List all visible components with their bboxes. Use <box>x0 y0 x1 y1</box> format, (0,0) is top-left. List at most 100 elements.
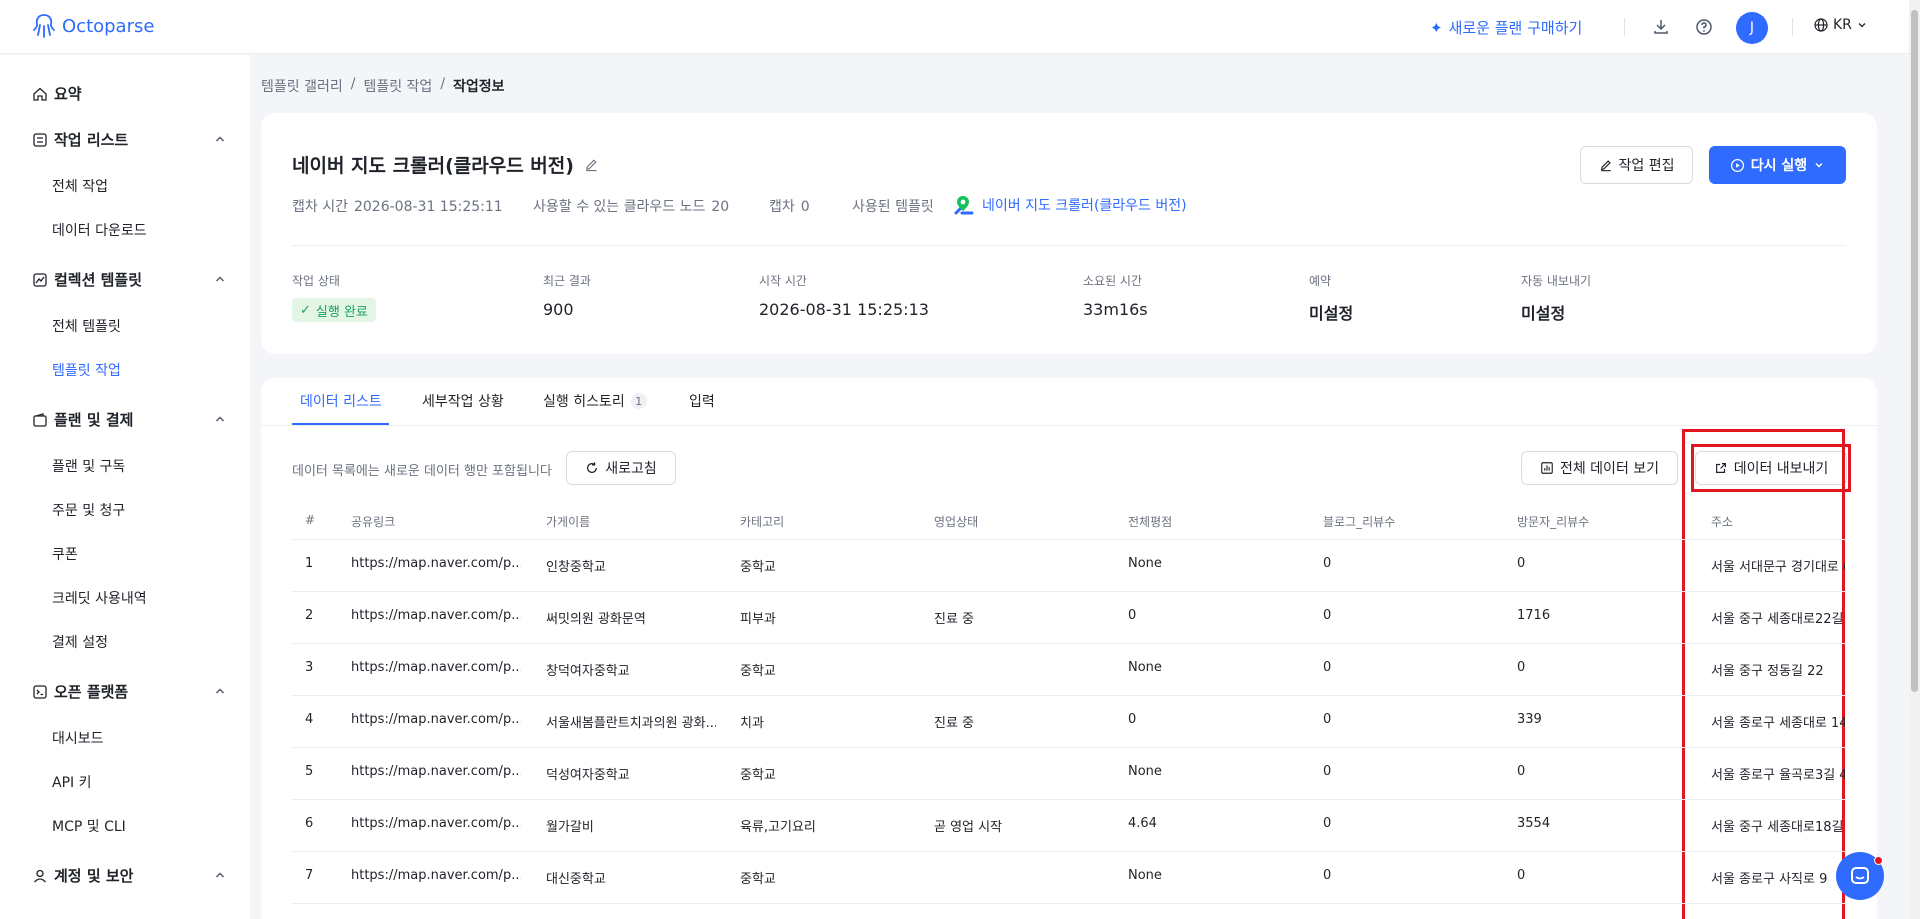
table-cell-category: 피부과 <box>740 612 776 627</box>
status-text: 실행 완료 <box>315 304 368 320</box>
octoparse-logo[interactable]: Octoparse <box>32 13 154 39</box>
breadcrumb-current: 작업정보 <box>453 79 505 95</box>
sidebar-item-all-templates[interactable]: 전체 템플릿 <box>52 316 121 336</box>
buy-plan-link[interactable]: ✦ 새로운 플랜 구매하기 <box>1430 17 1582 38</box>
divider <box>1792 18 1793 36</box>
table-cell-address: 서울 서대문구 경기대로 6 <box>1711 560 1845 575</box>
column-header-index: # <box>305 513 316 527</box>
notification-dot <box>1874 856 1883 865</box>
refresh-label: 새로고침 <box>605 461 657 477</box>
table-cell-address: 서울 중구 정동길 22 <box>1711 664 1824 679</box>
tab-input[interactable]: 입력 <box>689 391 715 411</box>
status-label: 작업 상태 <box>292 274 340 288</box>
naver-map-icon <box>954 196 974 215</box>
scrollbar-thumb[interactable] <box>1911 10 1918 692</box>
table-cell-index: 1 <box>305 556 314 571</box>
data-card: 데이터 리스트 세부작업 상황 실행 히스토리 1 입력 데이터 목록에는 새로… <box>261 378 1877 919</box>
row-divider <box>292 591 1847 592</box>
breadcrumb-template-tasks[interactable]: 템플릿 작업 <box>363 76 432 96</box>
edit-task-button[interactable]: 작업 편집 <box>1580 146 1693 184</box>
sidebar-item-dashboard[interactable]: 대시보드 <box>52 728 104 748</box>
row-divider <box>292 851 1847 852</box>
chevron-up-icon[interactable] <box>213 684 227 698</box>
table-cell-share-link[interactable]: https://map.naver.com/p... <box>351 556 521 571</box>
sidebar-item-orders[interactable]: 주문 및 청구 <box>52 500 125 520</box>
help-icon[interactable] <box>1694 17 1714 37</box>
sidebar-group-templates[interactable]: 컬렉션 템플릿 <box>32 269 142 290</box>
rerun-button[interactable]: 다시 실행 <box>1709 146 1846 184</box>
table-cell-share-link[interactable]: https://map.naver.com/p... <box>351 868 521 883</box>
sidebar-item-coupon[interactable]: 쿠폰 <box>52 544 78 564</box>
meta-value: 0 <box>800 199 810 215</box>
table-cell-share-link[interactable]: https://map.naver.com/p... <box>351 764 521 779</box>
breadcrumb-template-gallery[interactable]: 템플릿 갤러리 <box>261 76 343 96</box>
tab-subtasks[interactable]: 세부작업 상황 <box>422 391 504 411</box>
language-selector[interactable]: KR <box>1813 17 1868 33</box>
chevron-up-icon[interactable] <box>213 412 227 426</box>
row-divider <box>292 747 1847 748</box>
table-cell-share-link[interactable]: https://map.naver.com/p... <box>351 816 521 831</box>
sidebar-item-api-key[interactable]: API 키 <box>52 772 91 792</box>
task-info-card: 네이버 지도 크롤러(클라우드 버전) 캡차 시간 2026-08-31 15:2… <box>261 113 1877 354</box>
table-cell-blog-reviews: 0 <box>1323 712 1332 727</box>
recent-result-value: 900 <box>543 300 574 319</box>
column-header-visitor-reviews: 방문자_리뷰수 <box>1517 515 1590 529</box>
chevron-up-icon[interactable] <box>213 272 227 286</box>
refresh-icon <box>587 462 598 473</box>
tab-data-list[interactable]: 데이터 리스트 <box>300 391 382 411</box>
language-label: KR <box>1833 17 1852 33</box>
table-cell-share-link[interactable]: https://map.naver.com/p... <box>351 712 521 727</box>
used-template-link[interactable]: 네이버 지도 크롤러(클라우드 버전) <box>952 194 1187 216</box>
check-icon: ✓ <box>300 302 311 318</box>
row-divider <box>292 643 1847 644</box>
avatar[interactable]: J <box>1736 12 1768 44</box>
sidebar-group-open-platform[interactable]: 오픈 플랫폼 <box>32 681 128 702</box>
start-time-value: 2026-08-31 15:25:13 <box>759 300 929 319</box>
pencil-icon[interactable] <box>584 157 599 172</box>
tabs-border <box>261 425 1877 426</box>
table-cell-visitor-reviews: 339 <box>1517 712 1542 727</box>
schedule-label: 예약 <box>1309 274 1332 288</box>
sidebar-item-payment-settings[interactable]: 결제 설정 <box>52 632 108 652</box>
chevron-up-icon[interactable] <box>213 132 227 146</box>
meta-value: 20 <box>711 199 730 215</box>
column-header-address: 주소 <box>1711 515 1734 529</box>
sidebar-item-credit-usage[interactable]: 크레딧 사용내역 <box>52 588 147 608</box>
table-cell-category: 치과 <box>740 716 764 731</box>
used-template-name: 네이버 지도 크롤러(클라우드 버전) <box>982 198 1187 214</box>
chevron-down-icon <box>1858 23 1866 28</box>
chevron-up-icon[interactable] <box>213 868 227 882</box>
refresh-button[interactable]: 새로고침 <box>566 451 676 485</box>
table-cell-store-name: 인창중학교 <box>546 560 606 575</box>
meta-label: 사용할 수 있는 클라우드 노드 <box>533 199 706 215</box>
column-header-business-status: 영업상태 <box>934 515 979 529</box>
row-divider <box>292 695 1847 696</box>
sidebar-group-tasks[interactable]: 작업 리스트 <box>32 129 128 150</box>
divider <box>1624 18 1625 36</box>
sidebar-group-plan[interactable]: 플랜 및 결제 <box>32 409 133 430</box>
sidebar-item-mcp-cli[interactable]: MCP 및 CLI <box>52 816 126 836</box>
table-cell-share-link[interactable]: https://map.naver.com/p... <box>351 660 521 675</box>
sidebar-group-label: 컬렉션 템플릿 <box>54 271 143 289</box>
sidebar-item-data-download[interactable]: 데이터 다운로드 <box>52 220 147 240</box>
table-cell-address: 서울 중구 세종대로22길 <box>1711 612 1844 627</box>
table-cell-share-link[interactable]: https://map.naver.com/p... <box>351 608 521 623</box>
sidebar-item-summary[interactable]: 요약 <box>32 83 82 104</box>
sidebar-group-account[interactable]: 계정 및 보안 <box>32 865 133 886</box>
table-cell-business-status: 진료 중 <box>934 612 975 627</box>
sidebar-item-all-tasks[interactable]: 전체 작업 <box>52 176 108 196</box>
table-cell-store-name: 대신중학교 <box>546 872 606 887</box>
sidebar-item-template-tasks[interactable]: 템플릿 작업 <box>52 360 121 380</box>
sidebar-item-plan-subscription[interactable]: 플랜 및 구독 <box>52 456 125 476</box>
sidebar-item-label: 요약 <box>54 85 82 103</box>
duration-value: 33m16s <box>1083 300 1148 319</box>
table-cell-blog-reviews: 0 <box>1323 868 1332 883</box>
table-cell-index: 6 <box>305 816 314 831</box>
download-icon[interactable] <box>1651 17 1671 37</box>
captcha-count: 캡차 0 <box>769 196 810 216</box>
sidebar-group-label: 오픈 플랫폼 <box>54 683 129 701</box>
tab-history[interactable]: 실행 히스토리 1 <box>543 391 647 411</box>
user-icon <box>34 869 46 882</box>
used-template-label: 사용된 템플릿 <box>852 199 934 215</box>
view-all-data-button[interactable]: 전체 데이터 보기 <box>1521 451 1678 485</box>
